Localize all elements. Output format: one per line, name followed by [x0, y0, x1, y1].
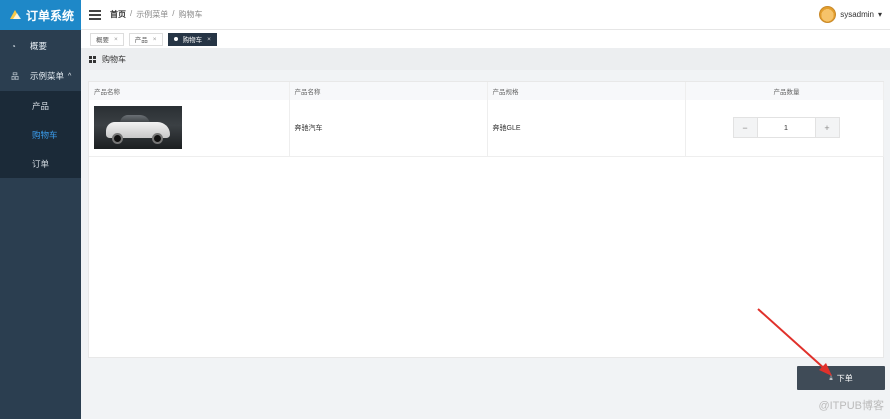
- main-content: 购物车 产品名称 产品名称 产品规格 产品数量 奔驰汽车 奔驰GLE − 1 +…: [81, 48, 890, 419]
- breadcrumb-item: 购物车: [178, 10, 203, 19]
- sidebar-item-overview[interactable]: ◔ 概要: [0, 31, 81, 61]
- place-order-button[interactable]: ⤓ 下单: [797, 366, 885, 390]
- top-header: 首页 / 示例菜单 / 购物车 sysadmin ▾: [81, 0, 890, 30]
- app-title: 订单系统: [26, 8, 75, 23]
- quantity-cell: − 1 +: [685, 100, 884, 157]
- tab-products[interactable]: 产品 ×: [128, 32, 163, 46]
- breadcrumb-separator: /: [172, 9, 175, 18]
- sitemap-icon: 品: [11, 71, 19, 81]
- tab-label: 购物车: [182, 37, 203, 44]
- close-icon[interactable]: ×: [207, 36, 211, 43]
- button-label: 下单: [836, 373, 853, 383]
- product-image-cell: [89, 100, 290, 157]
- grid-icon: [89, 55, 96, 63]
- username: sysadmin: [840, 10, 874, 19]
- caret-down-icon: ▾: [877, 10, 882, 19]
- panel-header: 购物车: [81, 48, 890, 70]
- avatar: [819, 6, 837, 23]
- download-icon: ⤓: [829, 373, 833, 382]
- sidebar-item-products[interactable]: 产品: [0, 91, 81, 120]
- tabs-bar: 概要 × 产品 × 购物车 ×: [81, 30, 890, 48]
- sidebar-item-label: 产品: [32, 100, 50, 111]
- sidebar: 订单系统 ◔ 概要 品 示例菜单 ^ 产品 购物车 订单: [0, 0, 81, 419]
- panel-title: 购物车: [102, 54, 126, 64]
- quantity-input[interactable]: 1: [756, 118, 816, 138]
- quantity-stepper: − 1 +: [732, 117, 840, 139]
- submenu: 产品 购物车 订单: [0, 91, 81, 178]
- breadcrumb-home[interactable]: 首页: [110, 9, 126, 20]
- sidebar-item-label: 订单: [32, 158, 50, 169]
- tab-overview[interactable]: 概要 ×: [90, 32, 124, 46]
- product-name-cell: 奔驰汽车: [289, 100, 488, 157]
- column-header: 产品名称: [89, 82, 290, 100]
- sidebar-item-cart[interactable]: 购物车: [0, 120, 81, 149]
- sidebar-item-label: 购物车: [32, 129, 58, 140]
- increment-button[interactable]: +: [815, 118, 839, 138]
- product-spec-cell: 奔驰GLE: [487, 100, 686, 157]
- tab-label: 产品: [134, 37, 148, 44]
- breadcrumb-item: 示例菜单: [136, 10, 169, 19]
- close-icon[interactable]: ×: [153, 36, 157, 43]
- tab-label: 概要: [96, 37, 109, 44]
- app-logo[interactable]: 订单系统: [0, 0, 81, 30]
- cart-table: 产品名称 产品名称 产品规格 产品数量 奔驰汽车 奔驰GLE − 1 +: [88, 81, 884, 358]
- column-header: 产品数量: [685, 82, 884, 100]
- sidebar-item-example-menu[interactable]: 品 示例菜单 ^: [0, 61, 81, 91]
- sidebar-item-label: 概要: [30, 41, 48, 51]
- user-menu[interactable]: sysadmin ▾: [819, 6, 882, 23]
- breadcrumb: 首页 / 示例菜单 / 购物车: [110, 9, 202, 20]
- watermark-text: @ITPUB博客: [818, 400, 884, 412]
- car-image: [94, 106, 182, 150]
- table-header-row: 产品名称 产品名称 产品规格 产品数量: [89, 82, 884, 100]
- decrement-button[interactable]: −: [733, 118, 757, 138]
- table-row: 奔驰汽车 奔驰GLE − 1 +: [89, 100, 884, 157]
- logo-icon: [10, 10, 21, 19]
- sidebar-item-label: 示例菜单: [30, 71, 65, 81]
- menu-toggle-icon[interactable]: [89, 9, 101, 20]
- active-dot-icon: [173, 37, 178, 41]
- column-header: 产品名称: [289, 82, 488, 100]
- tab-cart[interactable]: 购物车 ×: [167, 32, 217, 46]
- column-header: 产品规格: [487, 82, 686, 100]
- dashboard-icon: ◔: [11, 41, 16, 51]
- sidebar-item-orders[interactable]: 订单: [0, 149, 81, 178]
- breadcrumb-separator: /: [130, 9, 133, 18]
- chevron-up-icon: ^: [68, 72, 72, 80]
- close-icon[interactable]: ×: [114, 36, 118, 43]
